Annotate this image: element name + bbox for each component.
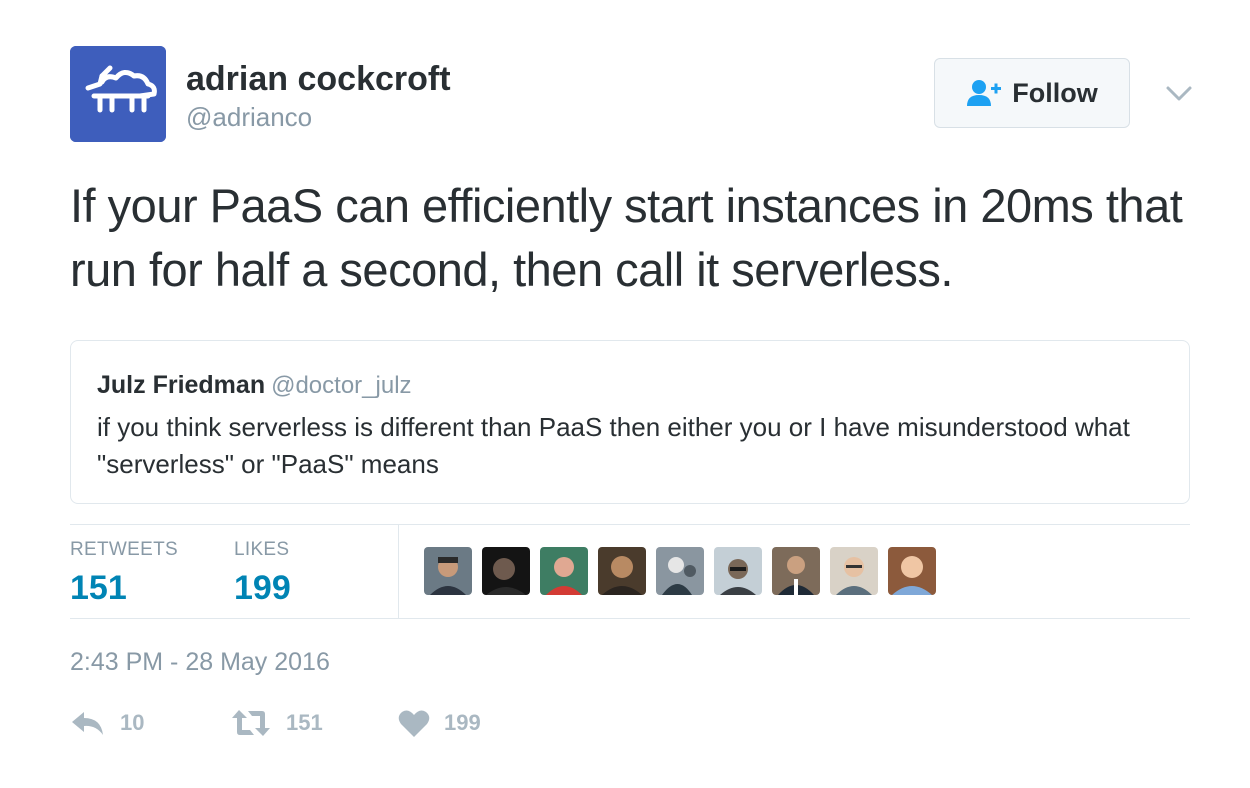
reply-button[interactable]: 10 <box>70 708 144 738</box>
liker-avatar[interactable] <box>714 547 762 595</box>
quoted-tweet[interactable]: Julz Friedman @doctor_julz if you think s… <box>70 340 1190 504</box>
author-avatar[interactable] <box>70 46 166 142</box>
liker-avatar[interactable] <box>888 547 936 595</box>
author-handle[interactable]: @adrianco <box>186 102 312 133</box>
likes-stat[interactable]: LIKES 199 <box>234 539 291 608</box>
liker-avatar[interactable] <box>598 547 646 595</box>
liker-avatar[interactable] <box>656 547 704 595</box>
add-user-icon <box>966 78 1002 108</box>
reply-count: 10 <box>120 710 145 735</box>
unicorn-cloud-icon <box>70 46 166 142</box>
likes-count: 199 <box>234 569 291 607</box>
follow-button-label: Follow <box>1012 77 1098 108</box>
quoted-author-name: Julz Friedman <box>97 371 266 399</box>
tweet-stats: RETWEETS 151 LIKES 199 <box>70 525 1190 618</box>
liker-avatar[interactable] <box>830 547 878 595</box>
retweets-count: 151 <box>70 569 127 607</box>
retweet-count: 151 <box>286 710 323 735</box>
retweet-button[interactable]: 151 <box>230 708 323 738</box>
retweets-label: RETWEETS <box>70 539 178 560</box>
like-button[interactable]: 199 <box>398 708 481 738</box>
quoted-author-handle: @doctor_julz <box>271 372 412 399</box>
like-count: 199 <box>444 710 481 735</box>
chevron-down-icon <box>1166 86 1192 101</box>
quoted-tweet-header: Julz Friedman @doctor_julz <box>97 371 412 400</box>
tweet-text: If your PaaS can efficiently start insta… <box>70 179 1183 296</box>
liker-avatar[interactable] <box>424 547 472 595</box>
retweet-icon <box>232 710 270 736</box>
reply-icon <box>72 712 103 735</box>
quoted-tweet-text: if you think serverless is different tha… <box>97 412 1130 479</box>
follow-button[interactable]: Follow <box>934 58 1130 128</box>
tweet-timestamp[interactable]: 2:43 PM - 28 May 2016 <box>70 648 330 677</box>
stats-bottom-divider <box>70 618 1190 619</box>
author-name[interactable]: adrian cockcroft <box>186 60 451 99</box>
liker-avatar[interactable] <box>540 547 588 595</box>
liker-avatars <box>424 547 936 595</box>
retweets-stat[interactable]: RETWEETS 151 <box>70 539 178 608</box>
liker-avatar[interactable] <box>772 547 820 595</box>
more-menu-button[interactable] <box>1164 78 1194 108</box>
likes-label: LIKES <box>234 539 290 560</box>
liker-avatar[interactable] <box>482 547 530 595</box>
heart-icon <box>398 710 430 737</box>
stats-separator <box>398 525 399 618</box>
